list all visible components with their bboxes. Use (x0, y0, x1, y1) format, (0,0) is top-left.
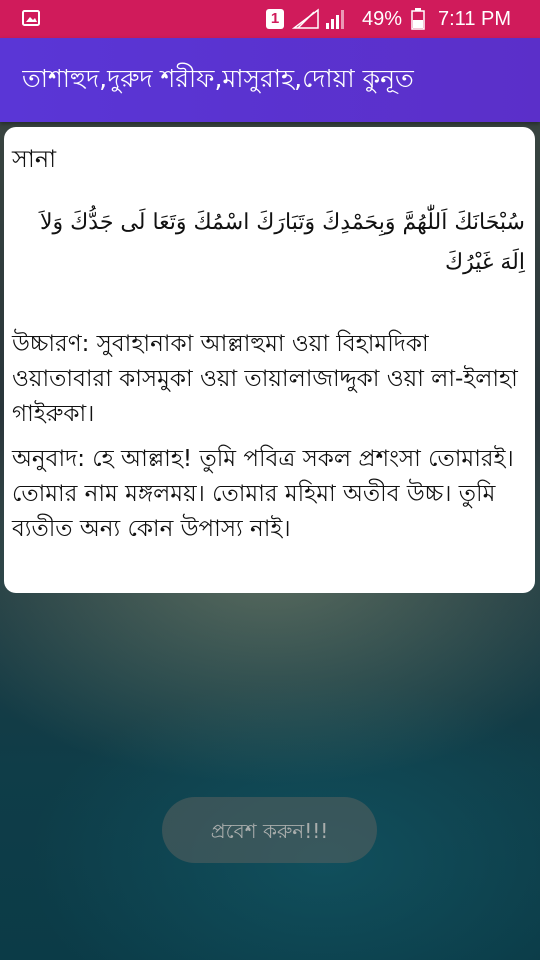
battery-icon (411, 8, 425, 30)
battery-percentage: 49% (362, 8, 403, 30)
status-bar: 1 49% 7:11 PM (0, 0, 540, 38)
translation-text: অনুবাদ: হে আল্লাহ! তুমি পবিত্র সকল প্রশং… (12, 446, 514, 542)
image-notification-icon (22, 10, 40, 26)
status-clock: 7:11 PM (438, 8, 511, 30)
content-card: সানা سُبْحَانَكَ اَللّٰهُمَّ وَبِحَمْدِك… (4, 127, 535, 593)
enter-button[interactable]: প্রবেশ করুন!!! (162, 797, 377, 863)
arabic-text: سُبْحَانَكَ اَللّٰهُمَّ وَبِحَمْدِكَ وَت… (39, 210, 525, 275)
page-title: তাশাহুদ,দুরুদ শরীফ,মাসুরাহ,দোয়া কুনূত (22, 64, 414, 93)
signal-icon (326, 10, 344, 29)
pronunciation-text: উচ্চারণ: সুবাহানাকা আল্লাহুমা ওয়া বিহাম… (12, 331, 518, 427)
section-heading: সানা (12, 145, 57, 173)
app-bar: তাশাহুদ,দুরুদ শরীফ,মাসুরাহ,দোয়া কুনূত (0, 38, 540, 122)
signal-icon (292, 8, 319, 29)
sim-slot-badge: 1 (266, 9, 284, 29)
